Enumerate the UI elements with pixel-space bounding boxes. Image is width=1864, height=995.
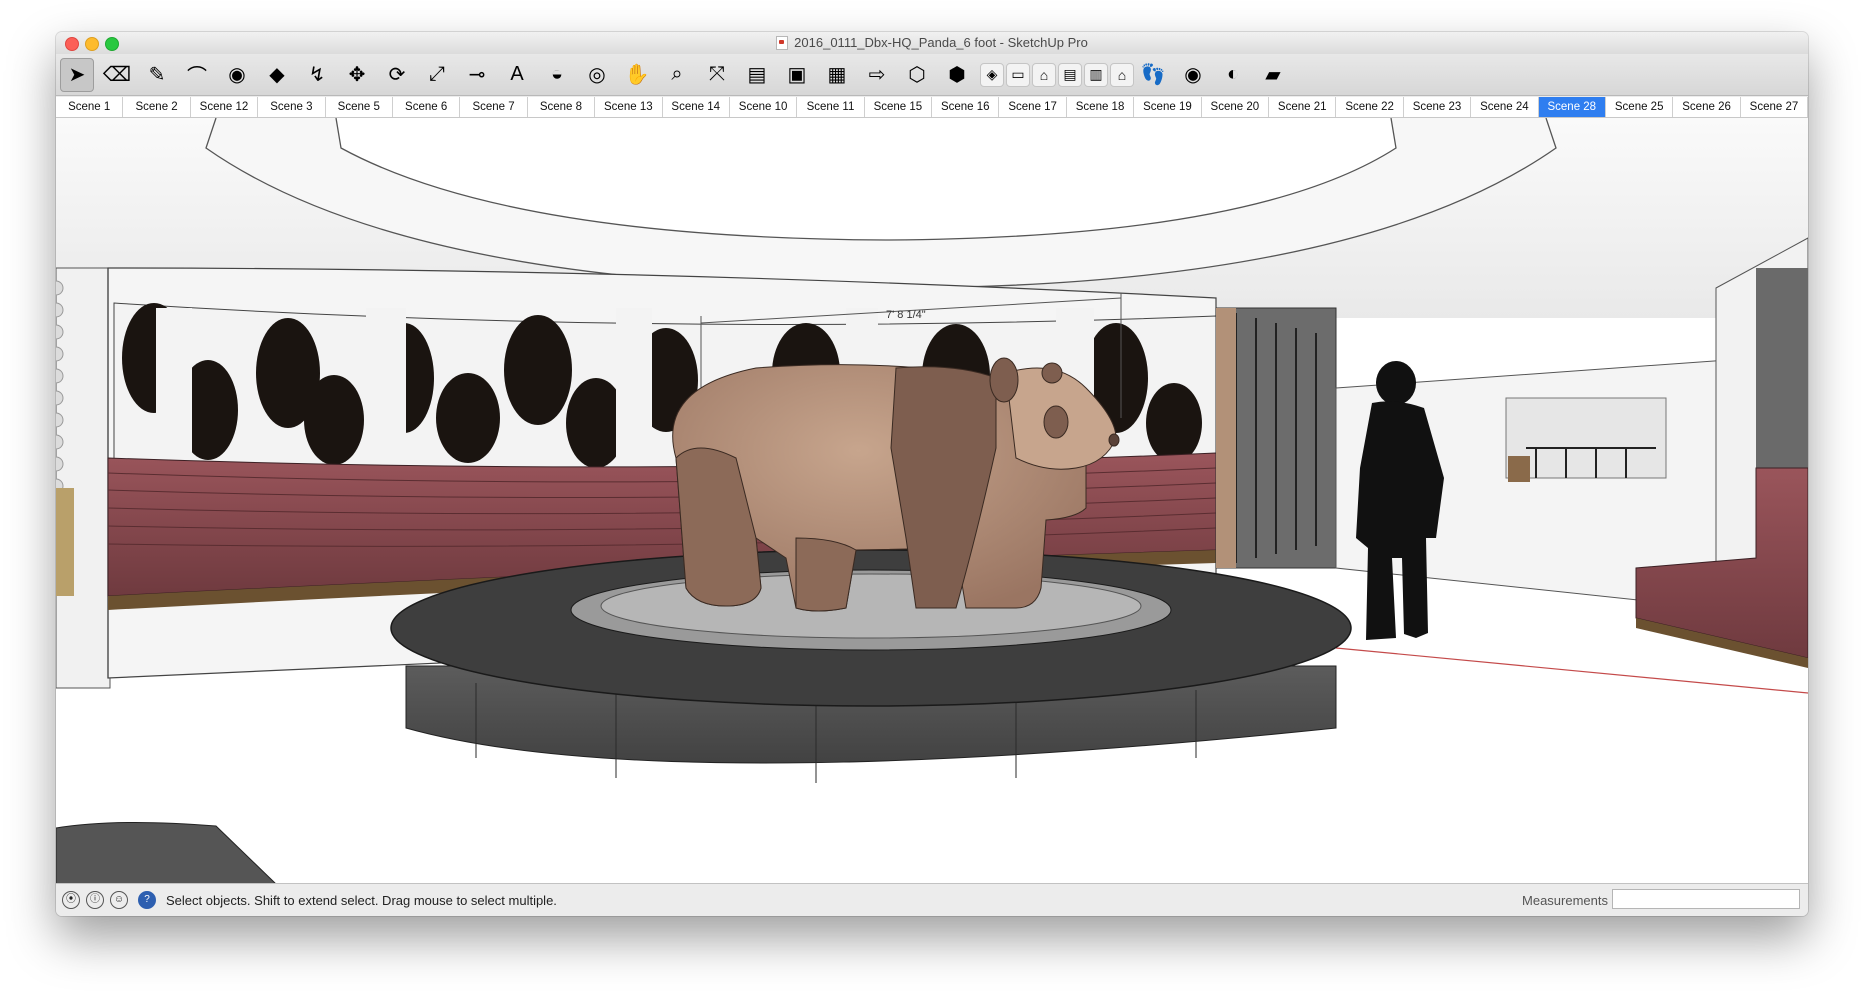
pan-tool-icon[interactable]: ✋: [620, 58, 654, 92]
help-icon[interactable]: ?: [138, 891, 156, 909]
left-wall: [56, 267, 111, 689]
scene-tab[interactable]: Scene 13: [595, 97, 663, 117]
credits-icon[interactable]: ⓘ: [86, 891, 104, 909]
close-window-button[interactable]: [65, 37, 79, 51]
foreground-object: [56, 821, 277, 884]
scene-tab[interactable]: Scene 10: [730, 97, 798, 117]
look-around-tool-icon[interactable]: ◉: [1176, 58, 1210, 92]
scene-tab[interactable]: Scene 24: [1471, 97, 1539, 117]
iso-view-icon[interactable]: ◈: [980, 62, 1004, 87]
status-message: Select objects. Shift to extend select. …: [166, 892, 557, 908]
scene-tab[interactable]: Scene 16: [932, 97, 1000, 117]
scene-tab[interactable]: Scene 3: [258, 97, 326, 117]
window-title: 2016_0111_Dbx-HQ_Panda_6 foot - SketchUp…: [794, 35, 1088, 50]
scene-tab[interactable]: Scene 18: [1067, 97, 1135, 117]
scene-tab[interactable]: Scene 8: [528, 97, 596, 117]
rotate-tool-icon[interactable]: ⟳: [380, 58, 414, 92]
status-bar: ⦿ ⓘ ☺ ? Select objects. Shift to extend …: [56, 883, 1808, 916]
share-model-icon[interactable]: ▣: [780, 58, 814, 92]
title-bar: 2016_0111_Dbx-HQ_Panda_6 foot - SketchUp…: [56, 32, 1808, 54]
paint-bucket-tool-icon[interactable]: ◒: [540, 58, 574, 92]
eraser-tool-icon[interactable]: ⌫: [100, 58, 134, 92]
scale-tool-icon[interactable]: ⤢: [420, 58, 454, 92]
top-view-icon[interactable]: ▭: [1006, 62, 1030, 87]
circle-tool-icon[interactable]: ◉: [220, 58, 254, 92]
user-icon[interactable]: ☺: [110, 891, 128, 909]
left-view-icon[interactable]: ⌂: [1110, 62, 1134, 87]
main-toolbar: ➤ ⌫ ✎ ⌒ ◉ ◆ ↯ ✥ ⟳ ⤢ ⊸ A ◒ ◎ ✋ ⌕ ⤧ ▤ ▣ ▦ ⇨ ⬡ ⬢ ◈ ▭ ⌂ ▤ ▥ ⌂ 👣 ◉ ◐ ▰: [56, 54, 1808, 96]
scene-tab[interactable]: Scene 25: [1606, 97, 1674, 117]
scene-tab[interactable]: Scene 2: [123, 97, 191, 117]
warehouse-icon[interactable]: ▤: [740, 58, 774, 92]
section-cut-icon[interactable]: ⬢: [940, 58, 974, 92]
dimension-label: 7' 8 1/4": [886, 309, 926, 321]
scene-tab[interactable]: Scene 7: [460, 97, 528, 117]
red-axis: [1335, 647, 1808, 694]
layout-send-icon[interactable]: ⇨: [860, 58, 894, 92]
tape-measure-tool-icon[interactable]: ⊸: [460, 58, 494, 92]
scene-tab[interactable]: Scene 22: [1336, 97, 1404, 117]
text-tool-icon[interactable]: A: [500, 58, 534, 92]
extension-warehouse-icon[interactable]: ▦: [820, 58, 854, 92]
scene-tabs: Scene 1 Scene 2 Scene 12 Scene 3 Scene 5 Scen…: [56, 97, 1808, 118]
select-tool-icon[interactable]: ➤: [60, 57, 94, 92]
arc-tool-icon[interactable]: ⌒: [180, 58, 214, 92]
move-tool-icon[interactable]: ✥: [340, 58, 374, 92]
document-icon: [776, 36, 789, 50]
scene-tab[interactable]: Scene 11: [797, 97, 865, 117]
styles-icon[interactable]: ▰: [1256, 58, 1290, 92]
right-view-icon[interactable]: ▤: [1058, 62, 1082, 87]
measurements-input[interactable]: [1612, 889, 1800, 909]
walk-tool-icon[interactable]: 👣: [1136, 58, 1170, 92]
follow-me-tool-icon[interactable]: ↯: [300, 58, 334, 92]
scene-tab[interactable]: Scene 14: [663, 97, 730, 117]
scene-tab[interactable]: Scene 27: [1741, 97, 1808, 117]
scene-tab[interactable]: Scene 26: [1673, 97, 1741, 117]
scene-tab[interactable]: Scene 19: [1134, 97, 1202, 117]
push-pull-tool-icon[interactable]: ◆: [260, 58, 294, 92]
pencil-tool-icon[interactable]: ✎: [140, 58, 174, 92]
left-wall-panel: [56, 488, 74, 596]
zoom-window-button[interactable]: [105, 37, 119, 51]
scene-tab[interactable]: Scene 1: [56, 97, 124, 117]
scene-tab[interactable]: Scene 15: [865, 97, 933, 117]
zoom-tool-icon[interactable]: ⌕: [660, 58, 694, 92]
scene-tab[interactable]: Scene 21: [1269, 97, 1337, 117]
scene-tab[interactable]: Scene 20: [1202, 97, 1270, 117]
minimize-window-button[interactable]: [85, 37, 99, 51]
app-window: 2016_0111_Dbx-HQ_Panda_6 foot - SketchUp…: [56, 32, 1808, 916]
measurements-label: Measurements: [1522, 892, 1608, 908]
model-viewport[interactable]: 7' 8 1/4": [56, 118, 1808, 884]
zoom-extents-tool-icon[interactable]: ⤧: [700, 58, 734, 92]
front-view-icon[interactable]: ⌂: [1032, 62, 1056, 87]
scene-render: 7' 8 1/4": [56, 118, 1808, 884]
scene-tab[interactable]: Scene 28: [1538, 97, 1606, 117]
back-view-icon[interactable]: ▥: [1084, 62, 1108, 87]
scene-tab[interactable]: Scene 12: [191, 97, 259, 117]
position-camera-icon[interactable]: ◐: [1216, 58, 1250, 92]
scene-tab[interactable]: Scene 5: [326, 97, 393, 117]
scene-tab[interactable]: Scene 23: [1404, 97, 1472, 117]
scene-tab[interactable]: Scene 6: [393, 97, 461, 117]
orbit-tool-icon[interactable]: ◎: [580, 58, 614, 92]
scene-tab[interactable]: Scene 17: [999, 97, 1067, 117]
section-plane-icon[interactable]: ⬡: [900, 58, 934, 92]
geolocation-icon[interactable]: ⦿: [62, 891, 80, 909]
